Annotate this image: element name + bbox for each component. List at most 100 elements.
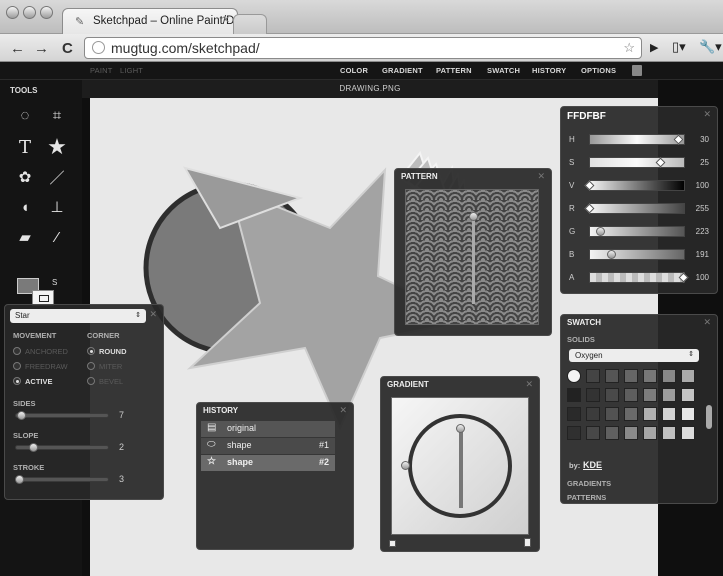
credit-link[interactable]: KDE — [583, 460, 602, 470]
swatch-cell[interactable] — [662, 407, 676, 421]
channel-h-slider[interactable] — [589, 134, 685, 145]
eraser-icon[interactable]: ▰ — [10, 224, 40, 250]
swatch-cell[interactable] — [624, 407, 638, 421]
menu-pattern[interactable]: PATTERN — [436, 66, 472, 75]
swatch-cell[interactable] — [643, 388, 657, 402]
swatch-cell[interactable] — [567, 407, 581, 421]
channel-s-slider[interactable] — [589, 157, 685, 168]
gradient-preview[interactable] — [391, 397, 529, 535]
swatch-cell[interactable] — [605, 426, 619, 440]
channel-b-handle[interactable] — [607, 250, 616, 259]
swatch-cell[interactable] — [624, 369, 638, 383]
radio-miter[interactable] — [87, 362, 95, 370]
arrow-left-icon[interactable]: ← — [10, 40, 25, 57]
flower-icon[interactable]: ✿ — [10, 164, 40, 190]
palette-select[interactable]: Oxygen ⇕ — [569, 349, 699, 362]
gradient-angle-knob[interactable] — [401, 461, 410, 470]
menu-color[interactable]: COLOR — [340, 66, 368, 75]
fill-icon[interactable]: ◖ — [10, 194, 40, 220]
close-icon[interactable]: ✕ — [703, 317, 711, 328]
solids-label[interactable]: SOLIDS — [567, 335, 595, 344]
swatch-cell[interactable] — [605, 369, 619, 383]
channel-b-slider[interactable] — [589, 249, 685, 260]
menu-swatch[interactable]: SWATCH — [487, 66, 520, 75]
sides-slider-knob[interactable] — [17, 411, 26, 420]
history-row[interactable]: ▤ original — [201, 421, 335, 437]
history-row[interactable]: ⬭ shape #1 — [201, 438, 335, 454]
address-bar[interactable]: mugtug.com/sketchpad/ ☆ — [84, 37, 642, 59]
swatch-cell[interactable] — [605, 388, 619, 402]
swatch-cell[interactable] — [567, 388, 581, 402]
menu-history[interactable]: HISTORY — [532, 66, 566, 75]
zoom-window-button[interactable] — [40, 6, 53, 19]
new-tab-button[interactable] — [233, 14, 267, 34]
bookmark-star-icon[interactable]: ☆ — [623, 40, 635, 56]
swatch-cell[interactable] — [681, 407, 695, 421]
gradient-slider-knob[interactable] — [456, 424, 465, 433]
reload-icon[interactable]: C — [62, 40, 73, 57]
swatch-cell[interactable] — [586, 388, 600, 402]
swatch-cell[interactable] — [662, 388, 676, 402]
close-icon[interactable]: ✕ — [703, 109, 711, 120]
channel-r-slider[interactable] — [589, 203, 685, 214]
swatch-cell[interactable] — [586, 426, 600, 440]
swatch-cell[interactable] — [567, 369, 581, 383]
pattern-preview[interactable] — [405, 189, 539, 325]
menu-light[interactable]: LIGHT — [120, 66, 143, 75]
close-icon[interactable]: ✕ — [339, 405, 347, 416]
radio-active[interactable] — [13, 377, 21, 385]
color-hex-value[interactable]: FFDFBF — [567, 111, 606, 122]
stroke-slider-track[interactable] — [15, 477, 109, 482]
tab-close-icon[interactable]: ✕ — [222, 15, 230, 26]
arrow-right-icon[interactable]: → — [34, 40, 49, 57]
channel-a-slider[interactable] — [589, 272, 685, 283]
swatch-cell[interactable] — [662, 369, 676, 383]
crop-icon[interactable]: ⌗ — [42, 102, 72, 128]
play-icon[interactable]: ▶ — [650, 41, 658, 54]
swatch-cell[interactable] — [681, 426, 695, 440]
save-icon[interactable] — [632, 65, 642, 76]
swatch-cell[interactable] — [605, 407, 619, 421]
swatch-cell[interactable] — [624, 426, 638, 440]
swatch-cell[interactable] — [624, 388, 638, 402]
stamp-icon[interactable]: ⊥ — [42, 194, 72, 220]
text-icon[interactable]: T — [10, 134, 40, 160]
close-icon[interactable]: ✕ — [537, 171, 545, 182]
picker-icon[interactable]: ⁄ — [42, 224, 72, 250]
swatch-cell[interactable] — [586, 407, 600, 421]
swatch-cell[interactable] — [586, 369, 600, 383]
pattern-slider-knob[interactable] — [469, 212, 478, 221]
wrench-menu-icon[interactable]: 🔧▾ — [699, 39, 722, 55]
patterns-label[interactable]: PATTERNS — [567, 493, 606, 502]
radio-round[interactable] — [87, 347, 95, 355]
minimize-window-button[interactable] — [23, 6, 36, 19]
swatch-cell[interactable] — [681, 369, 695, 383]
channel-g-handle[interactable] — [596, 227, 605, 236]
close-icon[interactable]: ✕ — [149, 309, 157, 320]
swap-colors-label[interactable]: S — [52, 278, 57, 287]
menu-gradient[interactable]: GRADIENT — [382, 66, 423, 75]
radio-anchored[interactable] — [13, 347, 21, 355]
menu-paint[interactable]: PAINT — [90, 66, 113, 75]
sides-slider-track[interactable] — [15, 413, 109, 418]
swatch-cell[interactable] — [643, 369, 657, 383]
swatch-cell[interactable] — [662, 426, 676, 440]
stroke-slider-knob[interactable] — [15, 475, 24, 484]
gradient-stop-start[interactable] — [389, 540, 396, 547]
browser-tab[interactable]: ✎ Sketchpad – Online Paint/Dr... ✕ — [62, 8, 238, 34]
pattern-slider-track[interactable] — [472, 216, 475, 304]
radio-bevel[interactable] — [87, 377, 95, 385]
swatch-cell[interactable] — [567, 426, 581, 440]
swatch-cell[interactable] — [681, 388, 695, 402]
lasso-icon[interactable]: ◌ — [10, 102, 40, 128]
swatch-scrollbar[interactable] — [706, 405, 712, 429]
slope-slider-knob[interactable] — [29, 443, 38, 452]
close-window-button[interactable] — [6, 6, 19, 19]
history-row-selected[interactable]: ☆ shape #2 — [201, 455, 335, 471]
channel-v-slider[interactable] — [589, 180, 685, 191]
menu-options[interactable]: OPTIONS — [581, 66, 616, 75]
close-icon[interactable]: ✕ — [525, 379, 533, 390]
star-icon[interactable]: ★ — [42, 134, 72, 160]
swatch-cell[interactable] — [643, 426, 657, 440]
page-menu-icon[interactable]: ▯▾ — [672, 39, 686, 55]
